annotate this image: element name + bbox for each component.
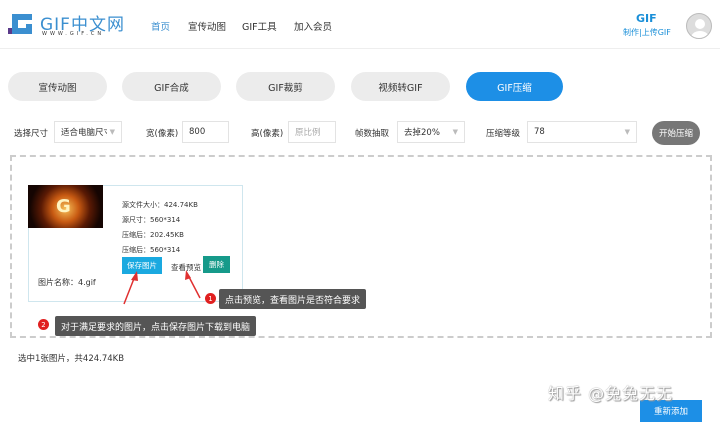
annotation-tip: 对于满足要求的图片，点击保存图片下载到电脑 (55, 316, 257, 336)
annotation-number: 2 (38, 319, 49, 330)
watermark: 知乎 @兔兔无无 (548, 384, 674, 403)
annotation-number: 1 (205, 293, 216, 304)
annotation-tip: 点击预览，查看图片是否符合要求 (219, 289, 367, 309)
selection-status: 选中1张图片，共424.74KB (18, 354, 125, 364)
